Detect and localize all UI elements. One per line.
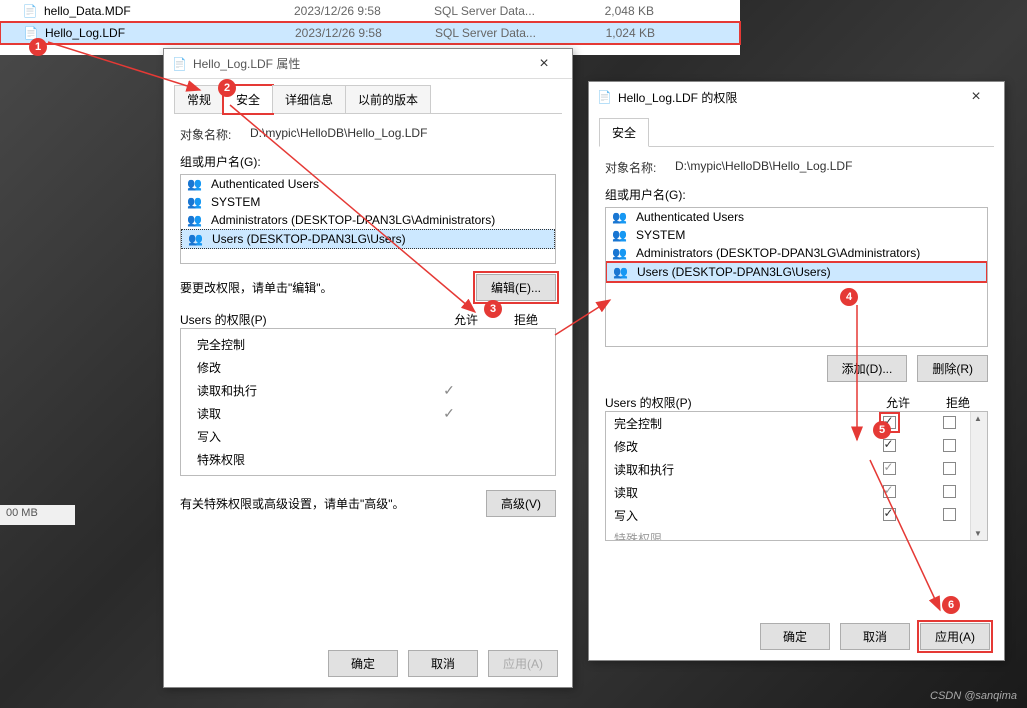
- group-icon: 👥: [612, 246, 630, 260]
- object-label: 对象名称:: [605, 159, 675, 176]
- deny-checkbox[interactable]: [943, 416, 956, 429]
- dialog-footer: 确定 取消 应用(A): [760, 623, 990, 650]
- tab-details[interactable]: 详细信息: [272, 85, 346, 113]
- close-button[interactable]: ×: [956, 88, 996, 106]
- apply-button[interactable]: 应用(A): [920, 623, 990, 650]
- file-explorer: 📄 hello_Data.MDF 2023/12/26 9:58 SQL Ser…: [0, 0, 740, 55]
- list-item: 👥Authenticated Users: [181, 175, 555, 193]
- add-button[interactable]: 添加(D)...: [827, 355, 908, 382]
- object-label: 对象名称:: [180, 126, 250, 143]
- list-item: 👥Administrators (DESKTOP-DPAN3LG\Adminis…: [181, 211, 555, 229]
- annotation-badge-6: 6: [942, 596, 960, 614]
- allow-checkbox[interactable]: [883, 439, 896, 452]
- deny-header: 拒绝: [496, 311, 556, 328]
- groups-label: 组或用户名(G):: [180, 153, 556, 170]
- advanced-button[interactable]: 高级(V): [486, 490, 556, 517]
- file-icon: 📄: [22, 3, 38, 19]
- title-icon: 📄: [172, 57, 187, 71]
- file-date: 2023/12/26 9:58: [295, 26, 435, 40]
- file-row-selected[interactable]: 📄 Hello_Log.LDF 2023/12/26 9:58 SQL Serv…: [0, 22, 740, 44]
- title-icon: 📄: [597, 90, 612, 104]
- allow-header: 允许: [868, 394, 928, 411]
- allow-checkbox[interactable]: [883, 508, 896, 521]
- group-icon: 👥: [187, 195, 205, 209]
- file-name: Hello_Log.LDF: [45, 26, 295, 40]
- ok-button[interactable]: 确定: [328, 650, 398, 677]
- deny-checkbox[interactable]: [943, 485, 956, 498]
- titlebar[interactable]: 📄 Hello_Log.LDF 属性 ×: [164, 49, 572, 79]
- groups-label: 组或用户名(G):: [605, 186, 988, 203]
- file-size: 2,048 KB: [574, 4, 654, 18]
- ok-button[interactable]: 确定: [760, 623, 830, 650]
- object-path: D:\mypic\HelloDB\Hello_Log.LDF: [250, 126, 556, 143]
- apply-button[interactable]: 应用(A): [488, 650, 558, 677]
- deny-checkbox[interactable]: [943, 462, 956, 475]
- group-icon: 👥: [187, 213, 205, 227]
- status-bar: 00 MB: [0, 505, 75, 525]
- tab-security[interactable]: 安全: [599, 118, 649, 147]
- deny-checkbox[interactable]: [943, 508, 956, 521]
- list-item-selected[interactable]: 👥Users (DESKTOP-DPAN3LG\Users): [181, 229, 555, 249]
- annotation-badge-4: 4: [840, 288, 858, 306]
- permissions-dialog: 📄 Hello_Log.LDF 的权限 × 安全 对象名称: D:\mypic\…: [588, 81, 1005, 661]
- group-icon: 👥: [188, 232, 206, 246]
- file-row[interactable]: 📄 hello_Data.MDF 2023/12/26 9:58 SQL Ser…: [0, 0, 740, 22]
- perm-label: Users 的权限(P): [605, 394, 868, 411]
- dialog-body: 对象名称: D:\mypic\HelloDB\Hello_Log.LDF 组或用…: [589, 147, 1004, 553]
- groups-list[interactable]: 👥Authenticated Users 👥SYSTEM 👥Administra…: [180, 174, 556, 264]
- annotation-badge-3: 3: [484, 300, 502, 318]
- group-icon: 👥: [613, 265, 631, 279]
- cancel-button[interactable]: 取消: [840, 623, 910, 650]
- allow-checkbox[interactable]: [883, 462, 896, 475]
- titlebar[interactable]: 📄 Hello_Log.LDF 的权限 ×: [589, 82, 1004, 112]
- group-icon: 👥: [612, 228, 630, 242]
- file-name: hello_Data.MDF: [44, 4, 294, 18]
- dialog-title: Hello_Log.LDF 的权限: [618, 89, 956, 106]
- permissions-box: 完全控制 修改 读取和执行✓ 读取✓ 写入 特殊权限: [180, 328, 556, 476]
- dialog-footer: 确定 取消 应用(A): [328, 650, 558, 677]
- close-button[interactable]: ×: [524, 55, 564, 73]
- edit-button[interactable]: 编辑(E)...: [476, 274, 556, 301]
- file-size: 1,024 KB: [575, 26, 655, 40]
- deny-header: 拒绝: [928, 394, 988, 411]
- file-type: SQL Server Data...: [435, 26, 575, 40]
- tabs: 安全: [599, 118, 994, 147]
- permissions-box: 完全控制 修改 读取和执行 读取 写入 特殊权限: [605, 411, 988, 541]
- file-type: SQL Server Data...: [434, 4, 574, 18]
- object-path: D:\mypic\HelloDB\Hello_Log.LDF: [675, 159, 988, 176]
- cancel-button[interactable]: 取消: [408, 650, 478, 677]
- annotation-badge-2: 2: [218, 79, 236, 97]
- group-icon: 👥: [612, 210, 630, 224]
- annotation-badge-5: 5: [873, 421, 891, 439]
- adv-hint: 有关特殊权限或高级设置，请单击"高级"。: [180, 495, 486, 512]
- scrollbar[interactable]: [970, 412, 987, 540]
- tab-general[interactable]: 常规: [174, 85, 224, 113]
- list-item: 👥SYSTEM: [606, 226, 987, 244]
- group-icon: 👥: [187, 177, 205, 191]
- delete-button[interactable]: 删除(R): [917, 355, 988, 382]
- properties-dialog: 📄 Hello_Log.LDF 属性 × 常规 安全 详细信息 以前的版本 对象…: [163, 48, 573, 688]
- file-date: 2023/12/26 9:58: [294, 4, 434, 18]
- list-item: 👥SYSTEM: [181, 193, 555, 211]
- dialog-title: Hello_Log.LDF 属性: [193, 55, 524, 72]
- allow-checkbox[interactable]: [883, 485, 896, 498]
- groups-list[interactable]: 👥Authenticated Users 👥SYSTEM 👥Administra…: [605, 207, 988, 347]
- annotation-badge-1: 1: [29, 38, 47, 56]
- dialog-body: 对象名称: D:\mypic\HelloDB\Hello_Log.LDF 组或用…: [164, 114, 572, 539]
- watermark: CSDN @sanqima: [930, 690, 1017, 702]
- deny-checkbox[interactable]: [943, 439, 956, 452]
- edit-hint: 要更改权限，请单击"编辑"。: [180, 279, 476, 296]
- list-item: 👥Authenticated Users: [606, 208, 987, 226]
- perm-label: Users 的权限(P): [180, 311, 436, 328]
- tab-previous[interactable]: 以前的版本: [345, 85, 431, 113]
- list-item-selected[interactable]: 👥Users (DESKTOP-DPAN3LG\Users): [606, 262, 987, 282]
- list-item: 👥Administrators (DESKTOP-DPAN3LG\Adminis…: [606, 244, 987, 262]
